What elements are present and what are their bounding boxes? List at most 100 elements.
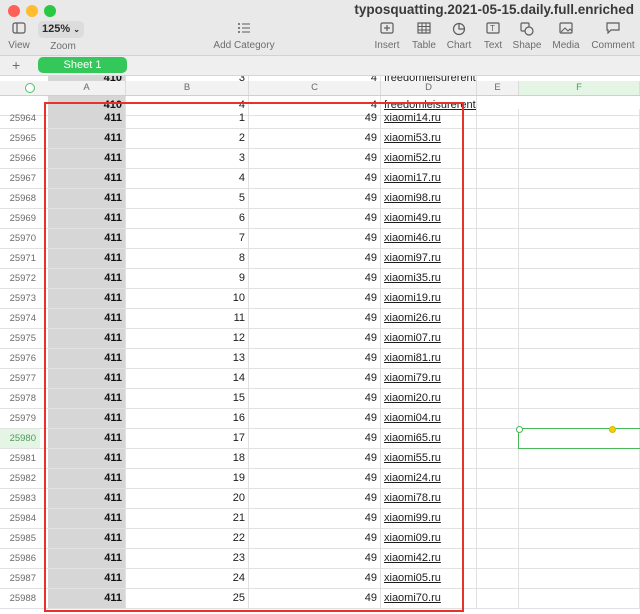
cell-f[interactable] xyxy=(519,489,640,508)
cell-e[interactable] xyxy=(477,329,519,348)
row-number: 25972 xyxy=(9,273,36,284)
cell-f[interactable] xyxy=(519,449,640,468)
selected-cell-f[interactable] xyxy=(516,426,640,449)
cell-f[interactable] xyxy=(519,149,640,168)
tab-sheet-1[interactable]: Sheet 1 xyxy=(38,57,127,73)
row-number: 25965 xyxy=(9,133,36,144)
cell-e[interactable] xyxy=(477,309,519,328)
minimize-window-button[interactable] xyxy=(26,5,38,17)
column-header-c[interactable]: C xyxy=(249,81,381,95)
chart-button[interactable]: Chart xyxy=(445,22,473,51)
selection-handle[interactable] xyxy=(609,426,616,433)
cell-f[interactable] xyxy=(519,109,640,128)
row-number: 25969 xyxy=(9,213,36,224)
chart-icon xyxy=(445,22,473,38)
table-select-handle[interactable] xyxy=(25,83,35,93)
add-sheet-button[interactable]: + xyxy=(12,56,20,75)
add-category-button[interactable]: Add Category xyxy=(196,22,292,51)
cell-f[interactable] xyxy=(519,169,640,188)
cell-e[interactable] xyxy=(477,389,519,408)
add-category-label: Add Category xyxy=(213,40,275,51)
cell-f[interactable] xyxy=(519,569,640,588)
cell-f[interactable] xyxy=(519,269,640,288)
cell-e[interactable] xyxy=(477,449,519,468)
row-number: 25966 xyxy=(9,153,36,164)
sheet-tab-bar: + Sheet 1 xyxy=(0,56,640,76)
cell-e[interactable] xyxy=(477,229,519,248)
shape-button[interactable]: Shape xyxy=(512,22,542,51)
column-header-d[interactable]: D xyxy=(381,81,477,95)
cell-f[interactable] xyxy=(519,409,640,428)
cell-e[interactable] xyxy=(477,109,519,128)
row-number: 25970 xyxy=(9,233,36,244)
cell-e[interactable] xyxy=(477,189,519,208)
cell-e[interactable] xyxy=(477,149,519,168)
zoom-label: Zoom xyxy=(50,41,76,52)
row-number: 25973 xyxy=(9,293,36,304)
column-header-b[interactable]: B xyxy=(126,81,249,95)
cell-e[interactable] xyxy=(477,529,519,548)
cell-f[interactable] xyxy=(519,309,640,328)
cell-e[interactable] xyxy=(477,589,519,608)
text-button[interactable]: T Text xyxy=(480,22,506,51)
column-header-f[interactable]: F xyxy=(519,81,640,95)
cell-e[interactable] xyxy=(477,509,519,528)
row-number: 25975 xyxy=(9,333,36,344)
cell-f[interactable] xyxy=(519,509,640,528)
cell-f[interactable] xyxy=(519,469,640,488)
shape-icon xyxy=(512,22,542,38)
maximize-window-button[interactable] xyxy=(44,5,56,17)
cell-e[interactable] xyxy=(477,429,519,448)
cell-e[interactable] xyxy=(477,549,519,568)
row-number: 25987 xyxy=(9,573,36,584)
cell-f[interactable] xyxy=(519,549,640,568)
cell-e[interactable] xyxy=(477,489,519,508)
cell-e[interactable] xyxy=(477,169,519,188)
table-icon xyxy=(410,22,438,38)
cell-e[interactable] xyxy=(477,129,519,148)
view-button[interactable]: View xyxy=(6,22,32,51)
cell-f[interactable] xyxy=(519,249,640,268)
row-number: 25984 xyxy=(9,513,36,524)
cell-e[interactable] xyxy=(477,569,519,588)
cell-f[interactable] xyxy=(519,189,640,208)
column-header-a[interactable]: A xyxy=(48,81,126,95)
table-button[interactable]: Table xyxy=(410,22,438,51)
cell-f[interactable] xyxy=(519,589,640,608)
cell-e[interactable] xyxy=(477,269,519,288)
zoom-dropdown[interactable]: 125% ⌄ xyxy=(38,21,84,38)
row-number: 25988 xyxy=(9,593,36,604)
cell-e[interactable] xyxy=(477,209,519,228)
cell-f[interactable] xyxy=(519,129,640,148)
cell-f[interactable] xyxy=(519,369,640,388)
close-window-button[interactable] xyxy=(8,5,20,17)
media-button[interactable]: Media xyxy=(551,22,581,51)
row-number: 25981 xyxy=(9,453,36,464)
row-number: 25985 xyxy=(9,533,36,544)
row-number: 25982 xyxy=(9,473,36,484)
cell-f[interactable] xyxy=(519,529,640,548)
row-number: 25979 xyxy=(9,413,36,424)
table-label: Table xyxy=(412,40,436,51)
cell-f[interactable] xyxy=(519,349,640,368)
cell-e[interactable] xyxy=(477,409,519,428)
cell-f[interactable] xyxy=(519,209,640,228)
cell-f[interactable] xyxy=(519,329,640,348)
selection-handle[interactable] xyxy=(516,426,523,433)
column-header-e[interactable]: E xyxy=(477,81,519,95)
cell-e[interactable] xyxy=(477,469,519,488)
row-number: 25974 xyxy=(9,313,36,324)
cell-f[interactable] xyxy=(519,389,640,408)
cell-e[interactable] xyxy=(477,289,519,308)
cell-e[interactable] xyxy=(477,369,519,388)
row-number: 25986 xyxy=(9,553,36,564)
cell-e[interactable] xyxy=(477,349,519,368)
cell-e[interactable] xyxy=(477,249,519,268)
spreadsheet-grid[interactable]: 410 3 4 freedomleisurerentals.co.uk A B … xyxy=(0,76,640,614)
cell-f[interactable] xyxy=(519,289,640,308)
insert-icon xyxy=(372,22,402,38)
cell-f[interactable] xyxy=(519,229,640,248)
insert-button[interactable]: Insert xyxy=(372,22,402,51)
text-box-icon: T xyxy=(480,22,506,38)
comment-button[interactable]: Comment xyxy=(590,22,636,51)
